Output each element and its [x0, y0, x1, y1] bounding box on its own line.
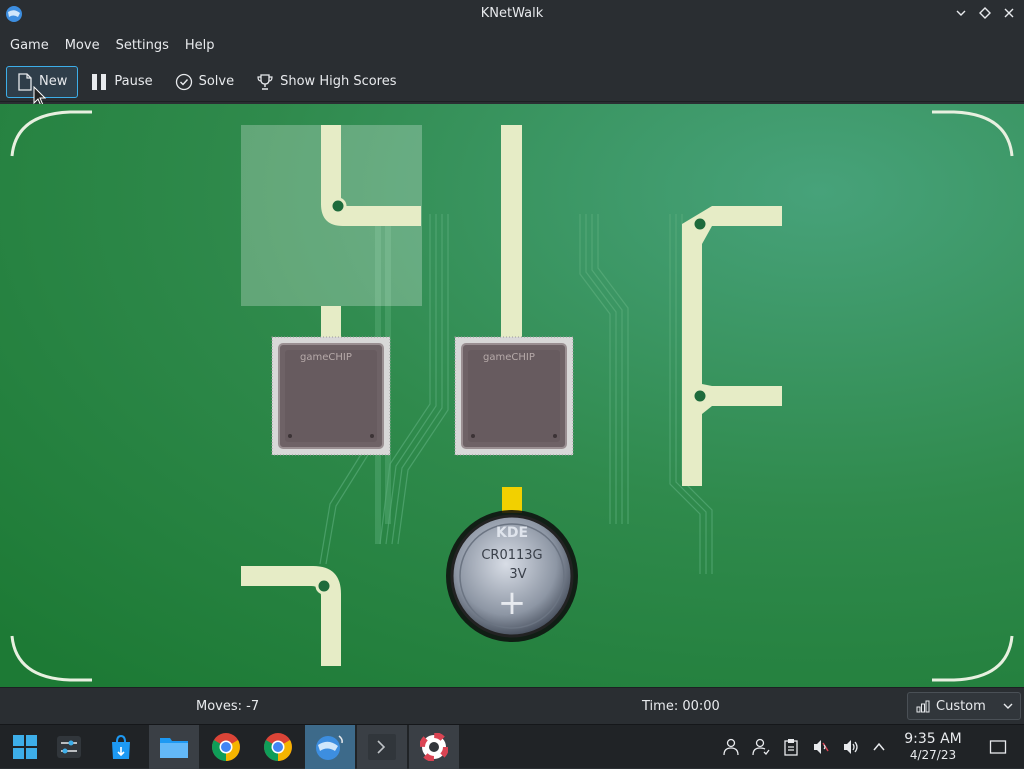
- toolbar: New Pause Solve Show High Scores: [0, 62, 1024, 107]
- taskbar-discover[interactable]: [96, 725, 146, 769]
- start-menu-button[interactable]: [0, 725, 50, 769]
- chevron-down-icon: [1003, 703, 1013, 709]
- status-bar: Moves: -7 Time: 00:00 Custom: [0, 687, 1024, 724]
- battery-brand: KDE: [496, 525, 528, 541]
- minimize-icon[interactable]: [954, 6, 968, 20]
- game-chip-2[interactable]: gameCHIP: [454, 336, 574, 456]
- taskbar: 9:35 AM 4/27/23: [0, 724, 1024, 769]
- window-title: KNetWalk: [480, 6, 544, 21]
- settings-sliders-icon: [57, 736, 81, 758]
- taskbar-chrome-1[interactable]: [201, 725, 251, 769]
- time-display: Time: 00:00: [642, 699, 720, 714]
- new-document-icon: [18, 72, 32, 91]
- checkmark-circle-icon: [175, 73, 192, 90]
- solve-button[interactable]: Solve: [165, 66, 245, 98]
- clipboard-icon[interactable]: [782, 738, 800, 756]
- clock-date: 4/27/23: [909, 748, 957, 762]
- taskbar-file-manager[interactable]: [149, 725, 199, 769]
- taskbar-knetwalk[interactable]: [305, 725, 355, 769]
- pause-icon: [92, 73, 107, 90]
- start-menu-icon: [13, 735, 37, 759]
- bar-chart-icon: [916, 700, 930, 713]
- clock[interactable]: 9:35 AM 4/27/23: [896, 731, 970, 762]
- close-icon[interactable]: [1002, 6, 1016, 20]
- show-desktop-icon[interactable]: [989, 738, 1007, 756]
- menu-move[interactable]: Move: [59, 34, 106, 57]
- menu-settings[interactable]: Settings: [110, 34, 175, 57]
- shopping-bag-icon: [112, 734, 130, 759]
- volume-icon[interactable]: [842, 738, 860, 756]
- difficulty-value: Custom: [936, 698, 986, 714]
- folder-icon: [160, 738, 188, 758]
- moves-counter: Moves: -7: [196, 699, 260, 714]
- taskbar-chrome-2[interactable]: [253, 725, 303, 769]
- pause-button[interactable]: Pause: [80, 66, 162, 98]
- circuit-board[interactable]: gameCHIP gameCHIP KDE CR0113G 3V +: [0, 104, 1024, 687]
- taskbar-konsole[interactable]: [357, 725, 407, 769]
- title-bar: KNetWalk: [0, 0, 1024, 30]
- trophy-icon: [257, 73, 273, 90]
- taskbar-system-settings[interactable]: [44, 725, 94, 769]
- menu-bar: Game Move Settings Help: [0, 30, 1024, 60]
- clock-time: 9:35 AM: [904, 731, 962, 747]
- chrome-icon: [264, 733, 292, 761]
- user-switch-icon[interactable]: [752, 738, 770, 756]
- chrome-icon: [212, 733, 240, 761]
- chip1-label: gameCHIP: [300, 352, 352, 363]
- high-scores-button-label: Show High Scores: [280, 74, 397, 89]
- show-high-scores-button[interactable]: Show High Scores: [246, 66, 406, 98]
- menu-help[interactable]: Help: [179, 34, 221, 57]
- battery-voltage: 3V: [509, 567, 526, 582]
- solve-button-label: Solve: [198, 74, 235, 89]
- user-icon[interactable]: [722, 738, 740, 756]
- pause-button-label: Pause: [114, 74, 153, 89]
- menu-game[interactable]: Game: [4, 34, 55, 57]
- knetwalk-icon: [316, 735, 343, 760]
- lifebuoy-icon: [420, 733, 448, 761]
- taskbar-help-center[interactable]: [409, 725, 459, 769]
- battery-plus-sign: +: [498, 583, 527, 623]
- game-board[interactable]: gameCHIP gameCHIP KDE CR0113G 3V +: [0, 104, 1024, 687]
- chip2-label: gameCHIP: [483, 352, 535, 363]
- terminal-icon: [368, 734, 396, 760]
- difficulty-select[interactable]: Custom: [907, 692, 1021, 720]
- maximize-icon[interactable]: [978, 6, 992, 20]
- game-chip-1[interactable]: gameCHIP: [271, 336, 391, 456]
- chevron-up-icon[interactable]: [870, 738, 888, 756]
- speaker-muted-icon[interactable]: [812, 738, 830, 756]
- battery-model: CR0113G: [481, 548, 542, 563]
